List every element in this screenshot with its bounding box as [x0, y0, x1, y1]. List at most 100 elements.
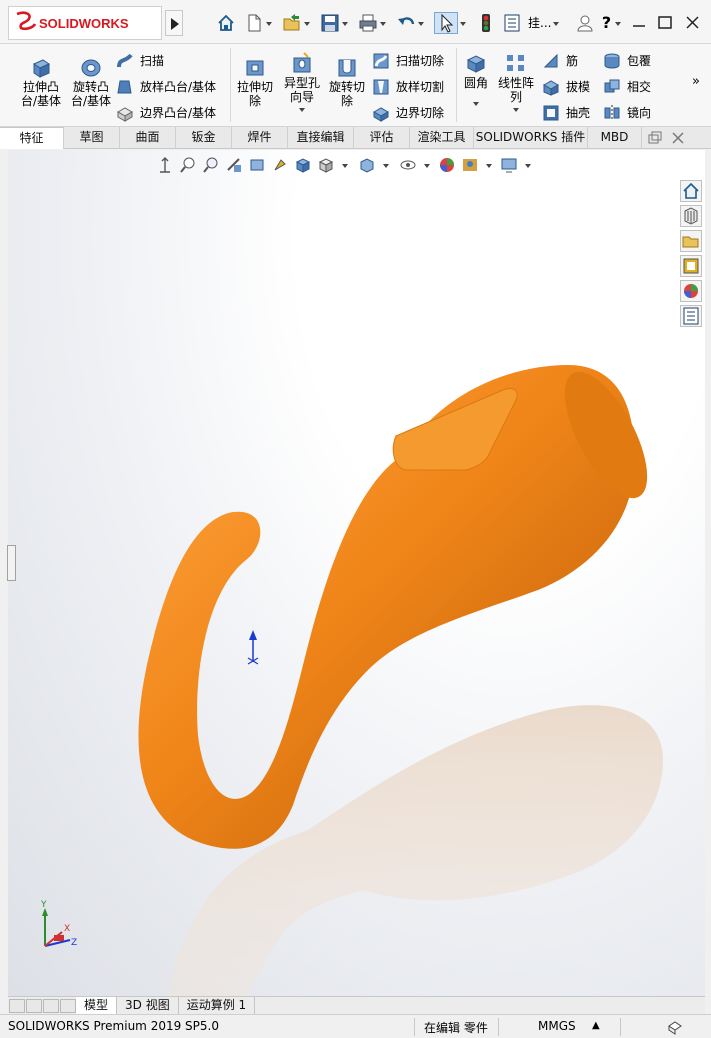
rebuild-traffic-light-icon[interactable]	[476, 13, 496, 33]
rib-button[interactable]: 筋	[542, 52, 578, 70]
open-icon[interactable]	[282, 13, 302, 33]
tab-sketch[interactable]: 草图	[64, 127, 120, 149]
loft-boss-icon	[116, 78, 134, 96]
wrap-icon	[603, 52, 621, 70]
rib-label: 筋	[566, 54, 579, 68]
boundary-boss-button[interactable]: 边界凸台/基体	[116, 104, 216, 122]
user-icon[interactable]	[575, 13, 595, 33]
fillet-button[interactable]: 圆角	[460, 52, 492, 112]
tab-direct-editing[interactable]: 直接编辑	[288, 127, 354, 149]
extrude-boss-button[interactable]: 拉伸凸 台/基体	[18, 56, 64, 108]
revolve-boss-button[interactable]: 旋转凸 台/基体	[68, 56, 114, 108]
chevron-down-icon[interactable]	[460, 98, 492, 112]
maximize-icon[interactable]	[654, 14, 676, 32]
tab-motion-study[interactable]: 运动算例 1	[179, 997, 256, 1014]
select-arrow-icon[interactable]	[434, 12, 458, 34]
intersect-button[interactable]: 相交	[603, 78, 651, 96]
brand-name-works: WORKS	[78, 15, 129, 31]
hole-wizard-button[interactable]: 异型孔 向导	[282, 52, 322, 114]
linear-pattern-button[interactable]: 线性阵 列	[496, 52, 536, 114]
chevron-down-icon[interactable]	[416, 13, 426, 33]
undo-icon[interactable]	[396, 13, 416, 33]
appearances-icon[interactable]	[680, 280, 702, 302]
sweep-cut-icon	[372, 52, 390, 70]
mirror-button[interactable]: 镜向	[603, 104, 651, 122]
tab-model[interactable]: 模型	[76, 997, 118, 1014]
status-separator	[414, 1018, 415, 1036]
chevron-down-icon[interactable]	[282, 104, 322, 114]
chevron-down-icon[interactable]	[458, 13, 468, 33]
model-hook-render[interactable]	[8, 150, 705, 996]
restore-window-icon[interactable]	[642, 127, 666, 149]
last-tab-icon[interactable]	[60, 998, 76, 1013]
ribbon-separator	[456, 48, 457, 122]
intersect-icon	[603, 78, 621, 96]
graphics-area[interactable]: Y X Z	[8, 150, 705, 996]
close-icon[interactable]	[682, 14, 704, 32]
tab-3d-views[interactable]: 3D 视图	[117, 997, 179, 1014]
bottom-tab-bar: 模型 3D 视图 运动算例 1	[8, 996, 705, 1014]
chevron-down-icon[interactable]	[496, 104, 536, 114]
sweep-button[interactable]: 扫描	[116, 52, 164, 70]
loft-cut-label: 放样切割	[396, 80, 445, 94]
solidworks-logo[interactable]: SOLID WORKS	[8, 6, 162, 40]
extrude-cut-button[interactable]: 拉伸切 除	[236, 56, 274, 108]
sweep-cut-button[interactable]: 扫描切除	[372, 52, 444, 70]
wrap-button[interactable]: 包覆	[603, 52, 651, 70]
tab-render-tools[interactable]: 渲染工具	[410, 127, 474, 149]
revolve-boss-icon	[79, 56, 103, 78]
chevron-down-icon[interactable]	[340, 13, 350, 33]
chevron-up-icon[interactable]: ▲	[592, 1020, 600, 1031]
chevron-down-icon[interactable]	[551, 13, 561, 33]
loft-boss-button[interactable]: 放样凸台/基体	[116, 78, 216, 96]
command-manager-tabs: 特征 草图 曲面 钣金 焊件 直接编辑 评估 渲染工具 SOLIDWORKS 插…	[0, 127, 711, 149]
close-document-icon[interactable]	[666, 127, 690, 149]
design-library-icon[interactable]	[680, 205, 702, 227]
draft-button[interactable]: 拔模	[542, 78, 590, 96]
home-icon[interactable]	[216, 13, 236, 33]
chevron-down-icon[interactable]	[264, 13, 274, 33]
feature-manager-collapse-handle[interactable]	[7, 545, 16, 581]
command-manager-ribbon: 拉伸凸 台/基体 旋转凸 台/基体 扫描 放样凸台/基体 边界凸台/基体 拉伸切…	[0, 44, 711, 127]
print-icon[interactable]	[358, 13, 378, 33]
document-title: 挂...	[528, 16, 552, 30]
tab-solidworks-addins[interactable]: SOLIDWORKS 插件	[474, 127, 588, 149]
help-icon[interactable]: ?	[599, 13, 613, 33]
custom-properties-icon[interactable]	[680, 305, 702, 327]
unit-system[interactable]: MMGS	[538, 1019, 576, 1033]
minimize-icon[interactable]	[628, 14, 650, 32]
tab-features[interactable]: 特征	[0, 127, 64, 149]
chevron-down-icon[interactable]	[302, 13, 312, 33]
loft-cut-button[interactable]: 放样切割	[372, 78, 444, 96]
file-explorer-icon[interactable]	[680, 230, 702, 252]
revolve-boss-label: 旋转凸 台/基体	[70, 80, 112, 108]
tab-sheet-metal[interactable]: 钣金	[176, 127, 232, 149]
loft-boss-label: 放样凸台/基体	[140, 80, 217, 94]
view-palette-icon[interactable]	[680, 255, 702, 277]
tab-weldments[interactable]: 焊件	[232, 127, 288, 149]
save-icon[interactable]	[320, 13, 340, 33]
boundary-cut-button[interactable]: 边界切除	[372, 104, 444, 122]
first-tab-icon[interactable]	[9, 998, 25, 1013]
new-document-icon[interactable]	[244, 13, 264, 33]
shell-button[interactable]: 抽壳	[542, 104, 590, 122]
home-icon[interactable]	[680, 180, 702, 202]
expand-menu-button[interactable]	[165, 10, 183, 36]
boundary-cut-icon	[372, 104, 390, 122]
tab-evaluate[interactable]: 评估	[354, 127, 410, 149]
tab-mbd[interactable]: MBD	[588, 127, 642, 149]
chevron-down-icon[interactable]	[613, 13, 623, 33]
customize-status-icon[interactable]	[666, 1018, 684, 1036]
boundary-cut-label: 边界切除	[396, 106, 445, 120]
tab-surface[interactable]: 曲面	[120, 127, 176, 149]
ds-logo-mark	[15, 11, 37, 36]
chevron-down-icon[interactable]	[378, 13, 388, 33]
extrude-cut-label: 拉伸切 除	[236, 80, 273, 108]
shell-label: 抽壳	[566, 106, 591, 120]
ribbon-overflow-icon[interactable]: »	[692, 74, 700, 89]
product-version: SOLIDWORKS Premium 2019 SP5.0	[8, 1019, 219, 1033]
next-tab-icon[interactable]	[43, 998, 59, 1013]
file-properties-icon[interactable]	[502, 13, 522, 33]
previous-tab-icon[interactable]	[26, 998, 42, 1013]
revolve-cut-button[interactable]: 旋转切 除	[328, 56, 366, 108]
